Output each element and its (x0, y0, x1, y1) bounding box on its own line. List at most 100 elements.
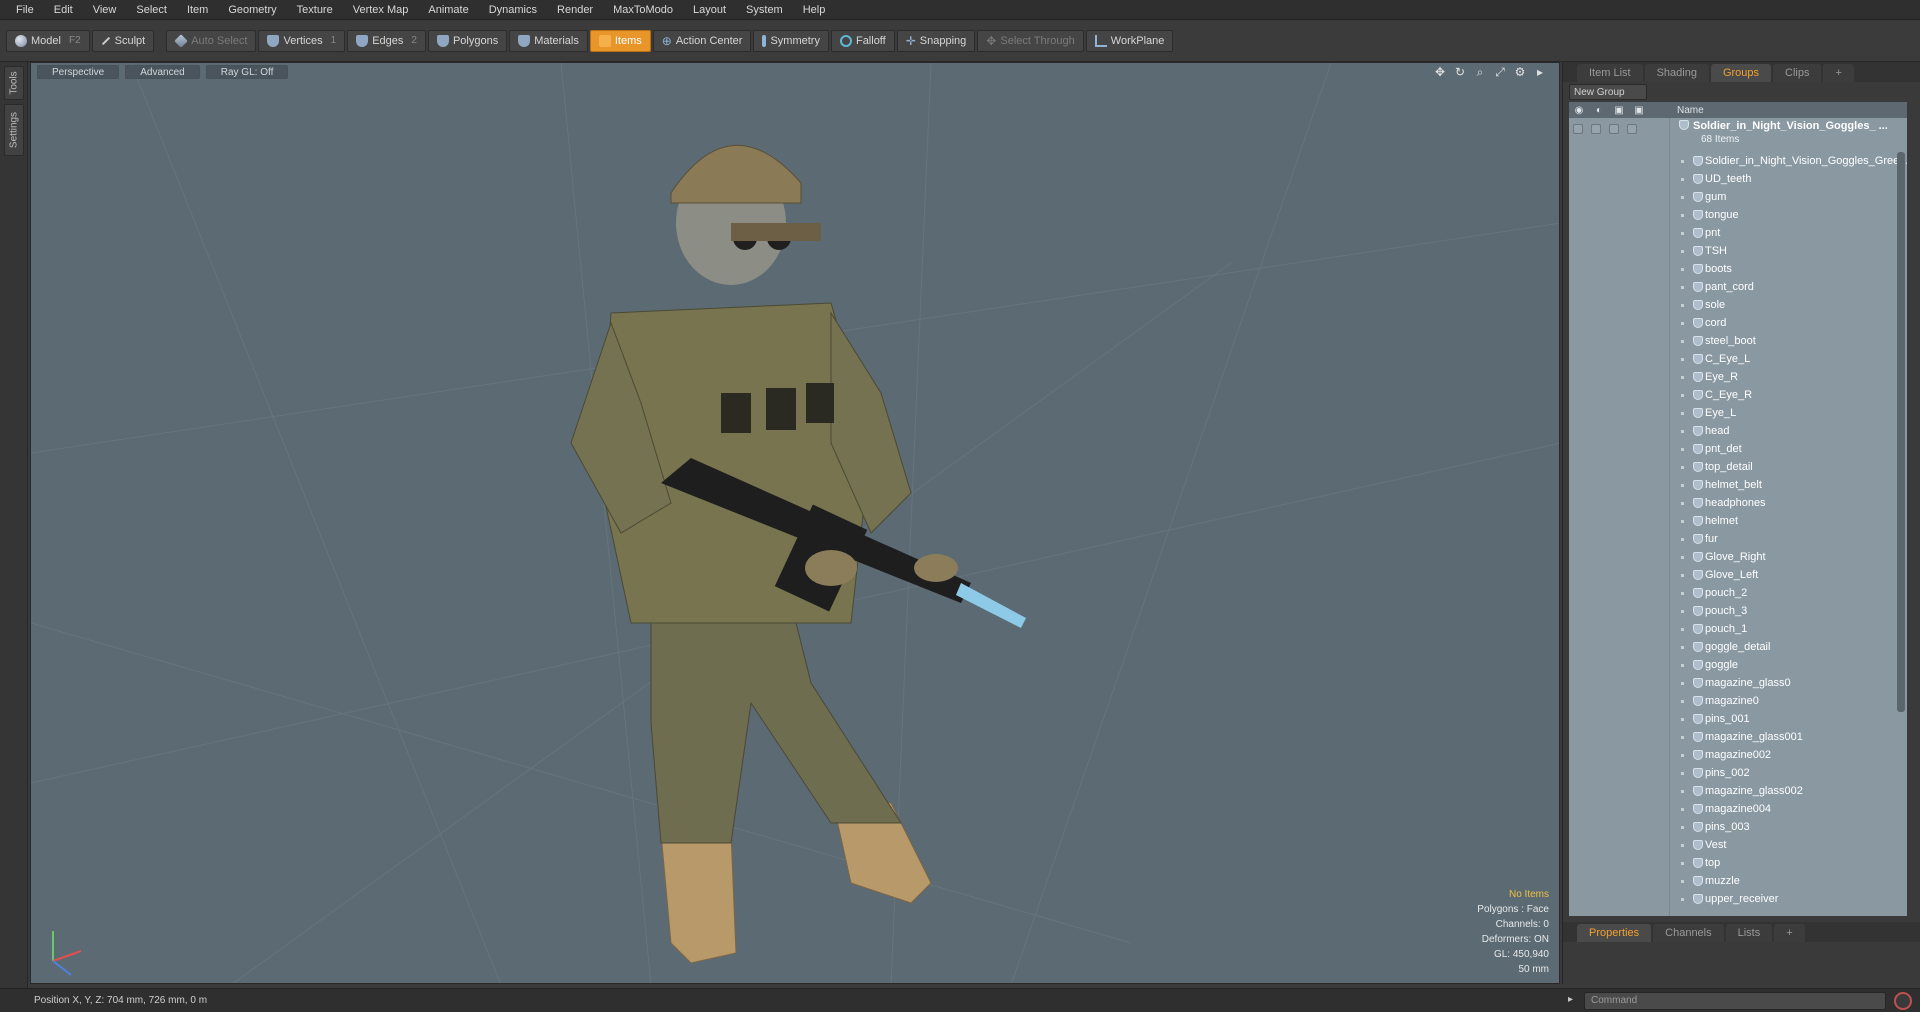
menu-edit[interactable]: Edit (44, 0, 83, 20)
falloff-button[interactable]: Falloff (830, 29, 895, 52)
tree-item[interactable]: pant_cord (1569, 278, 1907, 296)
tab-item-list[interactable]: Item List (1577, 64, 1643, 82)
materials-mode-button[interactable]: Materials (509, 29, 588, 52)
tree-item[interactable]: magazine002 (1569, 746, 1907, 764)
tree-item[interactable]: pouch_1 (1569, 620, 1907, 638)
edges-mode-button[interactable]: Edges 2 (347, 29, 426, 52)
tree-item[interactable]: gum (1569, 188, 1907, 206)
menu-view[interactable]: View (83, 0, 127, 20)
menu-maxtomodo[interactable]: MaxToModo (603, 0, 683, 20)
menu-help[interactable]: Help (793, 0, 836, 20)
menu-select[interactable]: Select (126, 0, 177, 20)
tree-item[interactable]: headphones (1569, 494, 1907, 512)
menu-texture[interactable]: Texture (287, 0, 343, 20)
eye-icon[interactable] (1573, 124, 1583, 134)
command-history-button[interactable] (1894, 992, 1912, 1010)
menu-item[interactable]: Item (177, 0, 218, 20)
zoom-icon[interactable]: ⌕ (1473, 65, 1487, 79)
name-column-header[interactable]: Name (1677, 105, 1704, 116)
symmetry-button[interactable]: Symmetry (753, 29, 829, 52)
snapping-button[interactable]: ✛ Snapping (896, 29, 976, 52)
lock-icon[interactable] (1609, 124, 1619, 134)
tree-item[interactable]: pins_003 (1569, 818, 1907, 836)
select-icon[interactable] (1627, 124, 1637, 134)
tree-item[interactable]: goggle (1569, 656, 1907, 674)
tab-shading[interactable]: Shading (1644, 64, 1709, 82)
tab-groups[interactable]: Groups (1710, 64, 1772, 82)
tree-item[interactable]: Eye_L (1569, 404, 1907, 422)
tree-item[interactable]: C_Eye_R (1569, 386, 1907, 404)
tab-settings[interactable]: Settings (4, 104, 24, 156)
tree-item[interactable]: pouch_2 (1569, 584, 1907, 602)
tree-item[interactable]: pnt_det (1569, 440, 1907, 458)
tree-item[interactable]: magazine_glass002 (1569, 782, 1907, 800)
3d-viewport[interactable]: Perspective Advanced Ray GL: Off ✥ ↻ ⌕ ⤢… (30, 62, 1560, 984)
tree-item[interactable]: pins_002 (1569, 764, 1907, 782)
sculpt-mode-button[interactable]: Sculpt (91, 29, 155, 52)
tab-clips[interactable]: Clips (1773, 64, 1822, 82)
menu-render[interactable]: Render (547, 0, 603, 20)
model-mode-button[interactable]: Model F2 (6, 29, 90, 52)
tree-item[interactable]: upper_receiver (1569, 890, 1907, 908)
tree-item[interactable]: magazine004 (1569, 800, 1907, 818)
tree-item[interactable]: head (1569, 422, 1907, 440)
menu-geometry[interactable]: Geometry (218, 0, 286, 20)
command-input[interactable]: Command (1584, 992, 1886, 1010)
groups-tree[interactable]: ◉ ◐ ▣ ▣ Name Soldier_in_Night_Vision_Gog… (1569, 102, 1907, 916)
view-type-dropdown[interactable]: Perspective (37, 65, 120, 79)
workplane-button[interactable]: WorkPlane (1085, 29, 1174, 52)
tree-item[interactable]: Soldier_in_Night_Vision_Goggles_Gree... (1569, 152, 1907, 170)
tree-item[interactable]: UD_teeth (1569, 170, 1907, 188)
tree-scrollbar[interactable] (1897, 152, 1905, 712)
arrow-right-icon[interactable]: ▸ (1533, 65, 1547, 79)
tree-item[interactable]: boots (1569, 260, 1907, 278)
tree-item[interactable]: tongue (1569, 206, 1907, 224)
gear-icon[interactable]: ⚙ (1513, 65, 1527, 79)
lock-column-icon[interactable]: ▣ (1609, 105, 1629, 116)
tab-tools[interactable]: Tools (4, 66, 24, 100)
tree-item[interactable]: Eye_R (1569, 368, 1907, 386)
new-group-button[interactable]: New Group (1569, 84, 1647, 100)
tree-item[interactable]: pnt (1569, 224, 1907, 242)
shading-mode-dropdown[interactable]: Advanced (125, 65, 200, 79)
tree-item[interactable]: helmet_belt (1569, 476, 1907, 494)
menu-animate[interactable]: Animate (418, 0, 478, 20)
maximize-icon[interactable]: ⤢ (1493, 65, 1507, 79)
tree-root-group[interactable]: Soldier_in_Night_Vision_Goggles_ ... 68 … (1569, 118, 1907, 152)
tree-item[interactable]: C_Eye_L (1569, 350, 1907, 368)
tree-item[interactable]: magazine0 (1569, 692, 1907, 710)
add-tab-button[interactable]: + (1823, 64, 1854, 82)
tree-item[interactable]: goggle_detail (1569, 638, 1907, 656)
tree-item[interactable]: pins_001 (1569, 710, 1907, 728)
polygons-mode-button[interactable]: Polygons (427, 29, 508, 52)
vertices-mode-button[interactable]: Vertices 1 (258, 29, 346, 52)
select-through-button[interactable]: ✥ Select Through (977, 29, 1084, 52)
tree-item[interactable]: magazine_glass0 (1569, 674, 1907, 692)
tree-item[interactable]: steel_boot (1569, 332, 1907, 350)
select-column-icon[interactable]: ▣ (1629, 105, 1649, 116)
tree-item[interactable]: Glove_Left (1569, 566, 1907, 584)
tree-item[interactable]: pouch_3 (1569, 602, 1907, 620)
render-column-icon[interactable]: ◐ (1589, 105, 1609, 116)
tree-item[interactable]: sole (1569, 296, 1907, 314)
auto-select-button[interactable]: Auto Select (166, 29, 257, 52)
tab-properties[interactable]: Properties (1577, 924, 1652, 942)
tree-item[interactable]: Vest (1569, 836, 1907, 854)
menu-system[interactable]: System (736, 0, 793, 20)
tree-item[interactable]: top_detail (1569, 458, 1907, 476)
tree-item[interactable]: fur (1569, 530, 1907, 548)
tree-item[interactable]: top (1569, 854, 1907, 872)
menu-file[interactable]: File (6, 0, 44, 20)
tree-item[interactable]: cord (1569, 314, 1907, 332)
tree-item[interactable]: muzzle (1569, 872, 1907, 890)
add-properties-tab-button[interactable]: + (1774, 924, 1805, 942)
menu-layout[interactable]: Layout (683, 0, 736, 20)
tab-channels[interactable]: Channels (1653, 924, 1724, 942)
tree-item[interactable]: magazine_glass001 (1569, 728, 1907, 746)
menu-vertex-map[interactable]: Vertex Map (343, 0, 419, 20)
rotate-icon[interactable]: ↻ (1453, 65, 1467, 79)
render-icon[interactable] (1591, 124, 1601, 134)
tree-item[interactable]: TSH (1569, 242, 1907, 260)
menu-dynamics[interactable]: Dynamics (479, 0, 547, 20)
items-mode-button[interactable]: Items (589, 29, 651, 52)
